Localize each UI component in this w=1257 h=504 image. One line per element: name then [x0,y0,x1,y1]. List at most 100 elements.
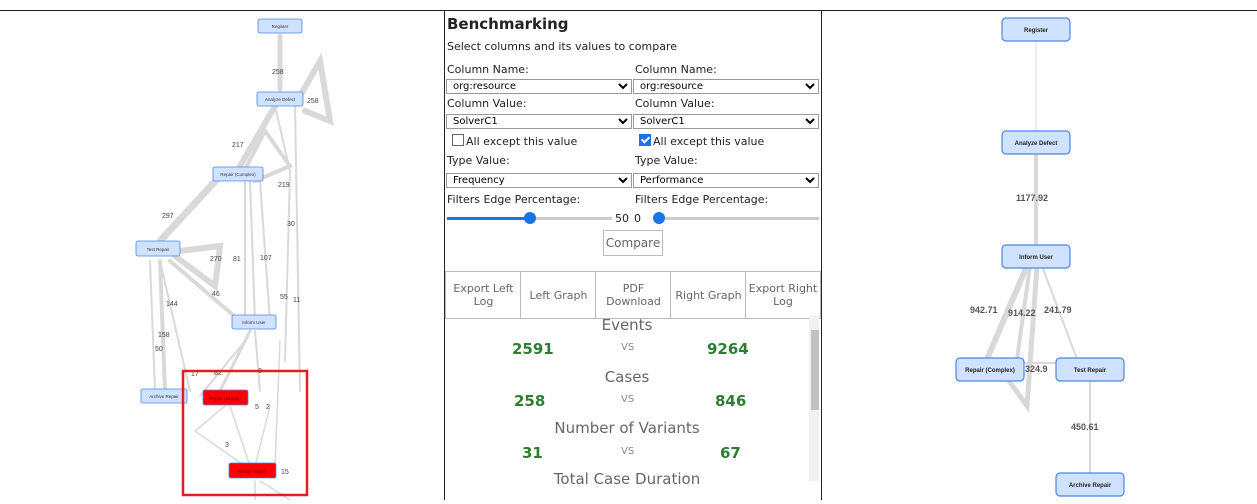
variants-right-value: 67 [720,444,741,462]
edge-label: 5 [255,404,259,411]
edge-label: 217 [232,142,244,149]
edge-label: 107 [260,255,272,262]
svg-text:Test Repair: Test Repair [1074,368,1107,374]
svg-text:Repair (Simple): Repair (Simple) [209,396,241,401]
node-inform-user[interactable]: Inform User [231,314,277,330]
svg-text:Analyze Defect: Analyze Defect [1015,141,1058,147]
benchmarking-panel: Benchmarking Select columns and its valu… [445,11,821,500]
right-column-name-label: Column Name: [635,63,717,76]
edge-label: 241.79 [1044,305,1072,315]
edge-label: 144 [166,301,178,308]
right-process-graph: 1177.92 942.71 914.22 241.79 324.9 450.6… [955,17,1125,497]
svg-text:Restart Repair: Restart Repair [237,469,267,474]
pdf-download-button[interactable]: PDF Download [595,271,672,319]
edge-label: 270 [210,256,222,263]
edge-label: 914.22 [1008,308,1036,318]
left-slider-value: 50 [615,212,629,225]
vs-label: VS [621,446,635,457]
compare-button[interactable]: Compare [603,230,663,256]
svg-text:Register: Register [1024,28,1049,34]
events-heading: Events [601,316,653,334]
variants-heading: Number of Variants [554,419,700,437]
left-process-graph: 258 258 217 219 297 30 270 81 107 46 55 … [135,18,334,501]
edge-label: 1177.92 [1016,193,1048,203]
right-graph-panel[interactable]: 1177.92 942.71 914.22 241.79 324.9 450.6… [822,11,1257,500]
edge-label: 46 [212,291,220,298]
events-right-value: 9264 [707,340,749,358]
right-column-name-select[interactable]: org:resource [633,79,819,94]
edge-label: 30 [287,221,295,228]
export-right-log-button[interactable]: Export Right Log [745,271,821,319]
right-except-label: All except this value [653,135,765,148]
edge-label: 450.61 [1071,422,1099,432]
svg-text:Archive Repair: Archive Repair [1069,483,1112,489]
left-filters-label: Filters Edge Percentage: [447,193,581,206]
right-column-value-select[interactable]: SolverC1 [633,114,819,129]
node-register[interactable]: Register [1001,17,1071,42]
svg-text:Inform User: Inform User [1019,255,1053,261]
svg-text:Repair (Complex): Repair (Complex) [965,368,1015,374]
left-edge-slider[interactable] [447,212,612,224]
right-column-value-label: Column Value: [635,97,715,110]
left-graph-panel[interactable]: 258 258 217 219 297 30 270 81 107 46 55 … [0,11,444,501]
page-subtitle: Select columns and its values to compare [447,40,678,53]
left-column-name-select[interactable]: org:resource [446,79,632,94]
left-graph-button[interactable]: Left Graph [520,271,597,319]
right-graph-button[interactable]: Right Graph [670,271,747,319]
variants-left-value: 31 [522,444,543,462]
vs-label: VS [621,342,635,353]
node-archive-repair[interactable]: Archive Repair [1055,472,1125,497]
cases-right-value: 846 [715,392,747,410]
edge-label: 50 [155,346,163,353]
node-repair-complex[interactable]: Repair (Complex) [212,166,264,182]
svg-text:Test Repair: Test Repair [147,247,170,252]
cases-left-value: 258 [514,392,546,410]
duration-heading: Total Case Duration [553,470,701,488]
svg-text:Register: Register [272,24,289,29]
edge-label: 55 [280,294,288,301]
node-restart-repair-highlighted[interactable]: Restart Repair [228,462,277,479]
left-type-value-select[interactable]: Frequency [446,173,632,188]
left-column-value-label: Column Value: [447,97,527,110]
left-column-name-label: Column Name: [447,63,529,76]
node-repair-complex[interactable]: Repair (Complex) [955,357,1025,382]
right-type-value-select[interactable]: Performance [633,173,819,188]
right-except-checkbox[interactable] [639,134,651,146]
edge-label: 324.9 [1025,364,1048,374]
stats-scroll-area[interactable]: Events 2591 VS 9264 Cases 258 VS 846 Num… [445,316,821,500]
node-test-repair[interactable]: Test Repair [1055,357,1125,382]
edge-label: 297 [162,213,174,220]
left-except-checkbox[interactable] [452,134,464,146]
node-test-repair[interactable]: Test Repair [135,240,181,257]
edge-label: 258 [272,69,284,76]
edge-label: 942.71 [970,305,998,315]
edge-label: 11 [293,297,300,304]
right-type-value-label: Type Value: [635,154,698,167]
edge-label: 81 [233,256,241,263]
edge-label: 158 [158,332,170,339]
cases-heading: Cases [604,368,650,386]
svg-text:Archive Repair: Archive Repair [149,394,179,399]
right-edge-slider[interactable] [653,212,819,224]
left-column-value-select[interactable]: SolverC1 [446,114,632,129]
svg-text:Repair (Complex): Repair (Complex) [220,172,256,177]
edge-label: 219 [278,182,290,189]
node-register[interactable]: Register [257,18,303,34]
page-title: Benchmarking [447,15,569,33]
events-left-value: 2591 [512,340,554,358]
left-type-value-label: Type Value: [447,154,510,167]
export-left-log-button[interactable]: Export Left Log [445,271,522,319]
node-analyze-defect[interactable]: Analyze Defect [256,91,304,107]
vs-label: VS [621,394,635,405]
svg-text:Analyze Defect: Analyze Defect [265,97,296,102]
node-analyze-defect[interactable]: Analyze Defect [1001,130,1071,155]
left-except-label: All except this value [466,135,578,148]
right-filters-label: Filters Edge Percentage: [635,193,769,206]
right-slider-value: 0 [634,212,641,225]
edge-label: 3 [225,442,229,449]
edge-label: 15 [281,469,289,476]
node-archive-repair[interactable]: Archive Repair [140,388,188,404]
stats-scrollbar-thumb[interactable] [811,330,819,410]
node-inform-user[interactable]: Inform User [1001,244,1071,269]
node-repair-simple-highlighted[interactable]: Repair (Simple) [202,389,249,406]
